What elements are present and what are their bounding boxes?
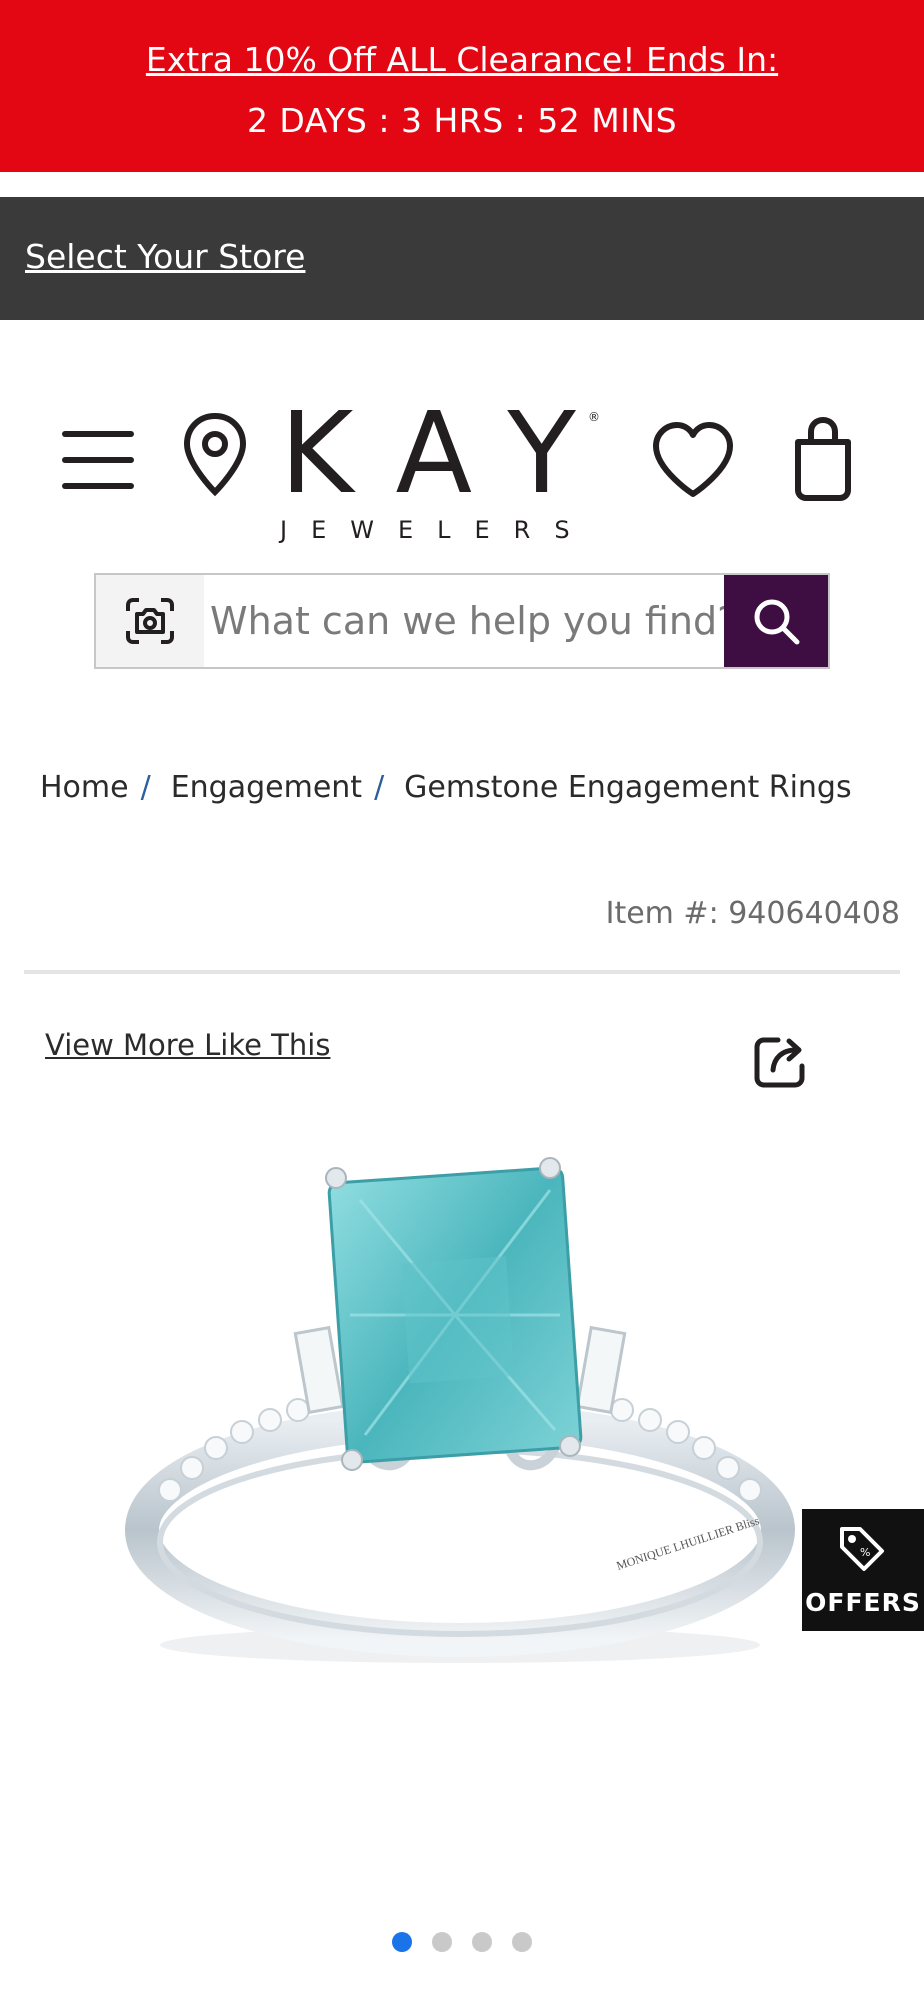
- heart-icon[interactable]: [650, 420, 736, 500]
- carousel-dot-3[interactable]: [472, 1932, 492, 1952]
- camera-scan-icon[interactable]: [96, 575, 204, 667]
- kay-jewelers-logo[interactable]: KAY ® JEWELERS: [280, 389, 620, 544]
- breadcrumb-gemstone-engagement-rings[interactable]: Gemstone Engagement Rings: [404, 770, 851, 805]
- section-divider: [24, 970, 900, 974]
- svg-text:%: %: [860, 1546, 870, 1559]
- site-header: KAY ® JEWELERS: [0, 380, 924, 544]
- item-number: Item #: 940640408: [605, 896, 900, 931]
- carousel-dot-1[interactable]: [392, 1932, 412, 1952]
- carousel-dot-4[interactable]: [512, 1932, 532, 1952]
- breadcrumb-home[interactable]: Home: [40, 770, 129, 805]
- offers-label: OFFERS: [805, 1588, 921, 1617]
- view-more-like-this-link[interactable]: View More Like This: [45, 1028, 330, 1062]
- search-bar: [94, 573, 830, 669]
- logo-subtitle: JEWELERS: [280, 516, 594, 544]
- share-icon[interactable]: [752, 1032, 810, 1090]
- shopping-bag-icon[interactable]: [790, 415, 856, 503]
- offers-button[interactable]: % OFFERS: [802, 1509, 924, 1631]
- store-selector-bar: Select Your Store: [0, 197, 924, 320]
- logo-registered-mark: ®: [588, 410, 600, 424]
- price-tag-icon: %: [840, 1527, 884, 1571]
- search-input[interactable]: [204, 575, 724, 667]
- search-icon: [754, 599, 800, 645]
- breadcrumb: Home / Engagement / Gemstone Engagement …: [40, 770, 852, 805]
- promo-banner: Extra 10% Off ALL Clearance! Ends In: 2 …: [0, 0, 924, 172]
- search-submit-button[interactable]: [724, 575, 828, 667]
- breadcrumb-separator: /: [140, 770, 151, 805]
- carousel-pagination: [0, 1932, 924, 1952]
- breadcrumb-separator: /: [374, 770, 385, 805]
- menu-icon[interactable]: [60, 425, 136, 495]
- logo-wordmark: KAY: [280, 389, 620, 519]
- select-store-link[interactable]: Select Your Store: [25, 237, 305, 276]
- countdown-timer: 2 DAYS : 3 HRS : 52 MINS: [246, 101, 678, 140]
- product-image-ring[interactable]: MONIQUE LHUILLIER Bliss: [110, 1130, 810, 1690]
- location-pin-icon[interactable]: [180, 410, 250, 500]
- clearance-promo-link[interactable]: Extra 10% Off ALL Clearance! Ends In:: [0, 40, 924, 79]
- carousel-dot-2[interactable]: [432, 1932, 452, 1952]
- breadcrumb-engagement[interactable]: Engagement: [171, 770, 362, 805]
